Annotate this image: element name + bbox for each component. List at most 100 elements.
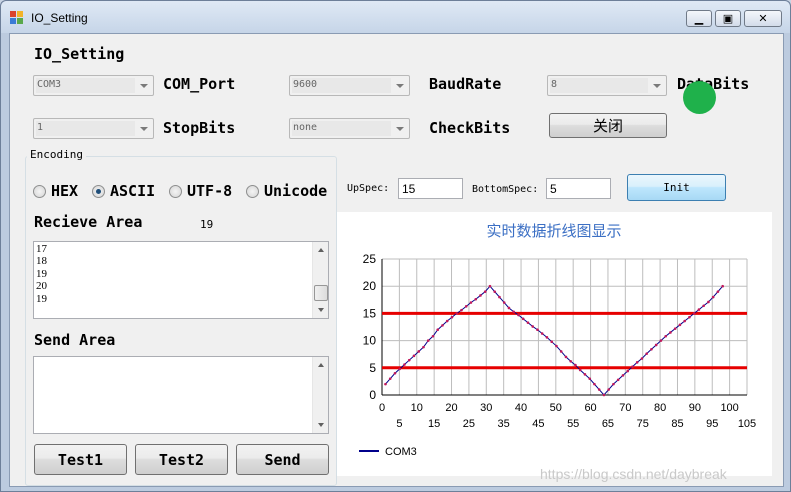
x-tick-label: 100 xyxy=(720,402,738,414)
com-port-value: COM3 xyxy=(37,79,62,90)
bottom-spec-label: BottomSpec: xyxy=(472,184,539,195)
data-point xyxy=(479,294,482,297)
y-tick-label: 20 xyxy=(363,279,377,293)
data-point xyxy=(593,382,596,386)
radio-button-selected-icon[interactable] xyxy=(92,184,105,198)
radio-unicode[interactable]: Unicode xyxy=(246,182,327,200)
scroll-thumb[interactable] xyxy=(314,285,328,301)
data-point xyxy=(574,363,577,367)
data-point xyxy=(474,297,478,301)
minimize-button[interactable]: ▁ xyxy=(686,10,712,27)
minimize-icon: ▁ xyxy=(694,12,704,25)
data-point xyxy=(517,313,520,317)
maximize-button[interactable]: ▣ xyxy=(715,10,741,27)
com-port-combo[interactable]: COM3 xyxy=(33,75,154,96)
baud-rate-combo[interactable]: 9600 xyxy=(289,75,410,96)
receive-line: 17 xyxy=(36,243,47,255)
x-tick-label: 10 xyxy=(411,402,423,414)
send-textarea[interactable] xyxy=(33,356,329,434)
data-point xyxy=(612,382,615,386)
radio-ascii[interactable]: ASCII xyxy=(92,182,155,200)
stop-bits-combo[interactable]: 1 xyxy=(33,118,154,139)
data-point xyxy=(692,312,696,315)
radio-hex[interactable]: HEX xyxy=(33,182,78,200)
check-bits-combo[interactable]: none xyxy=(289,118,410,139)
close-port-button[interactable]: 关闭 xyxy=(549,113,667,138)
y-tick-label: 25 xyxy=(363,252,377,266)
close-window-button[interactable]: ✕ xyxy=(744,10,782,27)
data-point xyxy=(621,374,625,377)
data-point xyxy=(550,340,553,343)
test2-button[interactable]: Test2 xyxy=(135,444,228,475)
radio-button-icon[interactable] xyxy=(246,184,259,198)
data-point xyxy=(455,312,459,315)
data-point xyxy=(635,361,639,364)
legend-label: COM3 xyxy=(385,446,417,458)
data-point xyxy=(493,290,497,293)
send-scrollbar[interactable] xyxy=(312,357,328,433)
data-point xyxy=(588,377,591,380)
stop-bits-label: StopBits xyxy=(163,119,236,137)
x-tick-label: 90 xyxy=(689,402,701,414)
data-point xyxy=(426,339,430,342)
scroll-up-icon[interactable] xyxy=(313,242,329,258)
x-tick-label: 95 xyxy=(706,418,718,430)
radio-utf8[interactable]: UTF-8 xyxy=(169,182,232,200)
data-point xyxy=(398,367,402,371)
bottom-spec-input[interactable]: 5 xyxy=(546,178,611,199)
radio-ascii-label: ASCII xyxy=(110,182,156,200)
data-point xyxy=(583,373,587,376)
scroll-down-icon[interactable] xyxy=(313,417,329,433)
radio-button-icon[interactable] xyxy=(169,184,182,198)
baud-rate-value: 9600 xyxy=(293,79,318,90)
y-tick-label: 5 xyxy=(369,361,376,375)
chevron-down-icon[interactable] xyxy=(392,120,408,137)
x-tick-label: 70 xyxy=(619,402,631,414)
data-point xyxy=(388,377,392,380)
radio-unicode-label: Unicode xyxy=(264,182,328,200)
title-bar[interactable]: IO_Setting ▁ ▣ ✕ xyxy=(1,1,790,33)
data-point xyxy=(436,328,440,332)
chevron-down-icon[interactable] xyxy=(392,77,408,94)
test1-button[interactable]: Test1 xyxy=(34,444,127,475)
init-button[interactable]: Init xyxy=(627,174,726,201)
receive-line: 20 xyxy=(36,280,47,293)
data-point xyxy=(650,348,653,351)
data-point xyxy=(645,352,648,355)
data-point xyxy=(616,378,620,382)
data-point xyxy=(469,301,473,304)
scroll-up-icon[interactable] xyxy=(313,357,329,373)
data-point xyxy=(697,308,701,311)
chevron-down-icon[interactable] xyxy=(136,120,152,137)
x-tick-label: 25 xyxy=(463,418,475,430)
radio-hex-label: HEX xyxy=(51,182,79,200)
data-point xyxy=(659,339,663,342)
send-button[interactable]: Send xyxy=(236,444,329,475)
send-area-label: Send Area xyxy=(34,331,116,349)
y-tick-label: 10 xyxy=(363,334,377,348)
receive-textarea[interactable]: 17 18 19 20 19 xyxy=(33,241,329,319)
data-point xyxy=(422,345,425,349)
x-tick-label: 35 xyxy=(498,418,510,430)
data-bits-combo[interactable]: 8 xyxy=(547,75,667,96)
scroll-down-icon[interactable] xyxy=(313,302,329,318)
radio-button-icon[interactable] xyxy=(33,184,46,198)
up-spec-input[interactable]: 15 xyxy=(398,178,463,199)
data-point xyxy=(702,304,705,308)
data-point xyxy=(464,305,468,308)
window-title: IO_Setting xyxy=(31,11,88,25)
chevron-down-icon[interactable] xyxy=(649,77,665,94)
x-tick-label: 80 xyxy=(654,402,666,414)
data-point xyxy=(526,321,530,324)
data-point xyxy=(569,359,572,363)
app-icon xyxy=(10,11,24,24)
chevron-down-icon[interactable] xyxy=(136,77,152,94)
data-point xyxy=(498,295,501,299)
data-point xyxy=(673,327,677,330)
receive-line: 19 xyxy=(36,292,47,305)
receive-scrollbar[interactable] xyxy=(312,242,328,318)
x-tick-label: 40 xyxy=(515,402,527,414)
data-point xyxy=(578,368,582,372)
data-point xyxy=(683,319,686,323)
receive-line: 19 xyxy=(36,267,47,280)
